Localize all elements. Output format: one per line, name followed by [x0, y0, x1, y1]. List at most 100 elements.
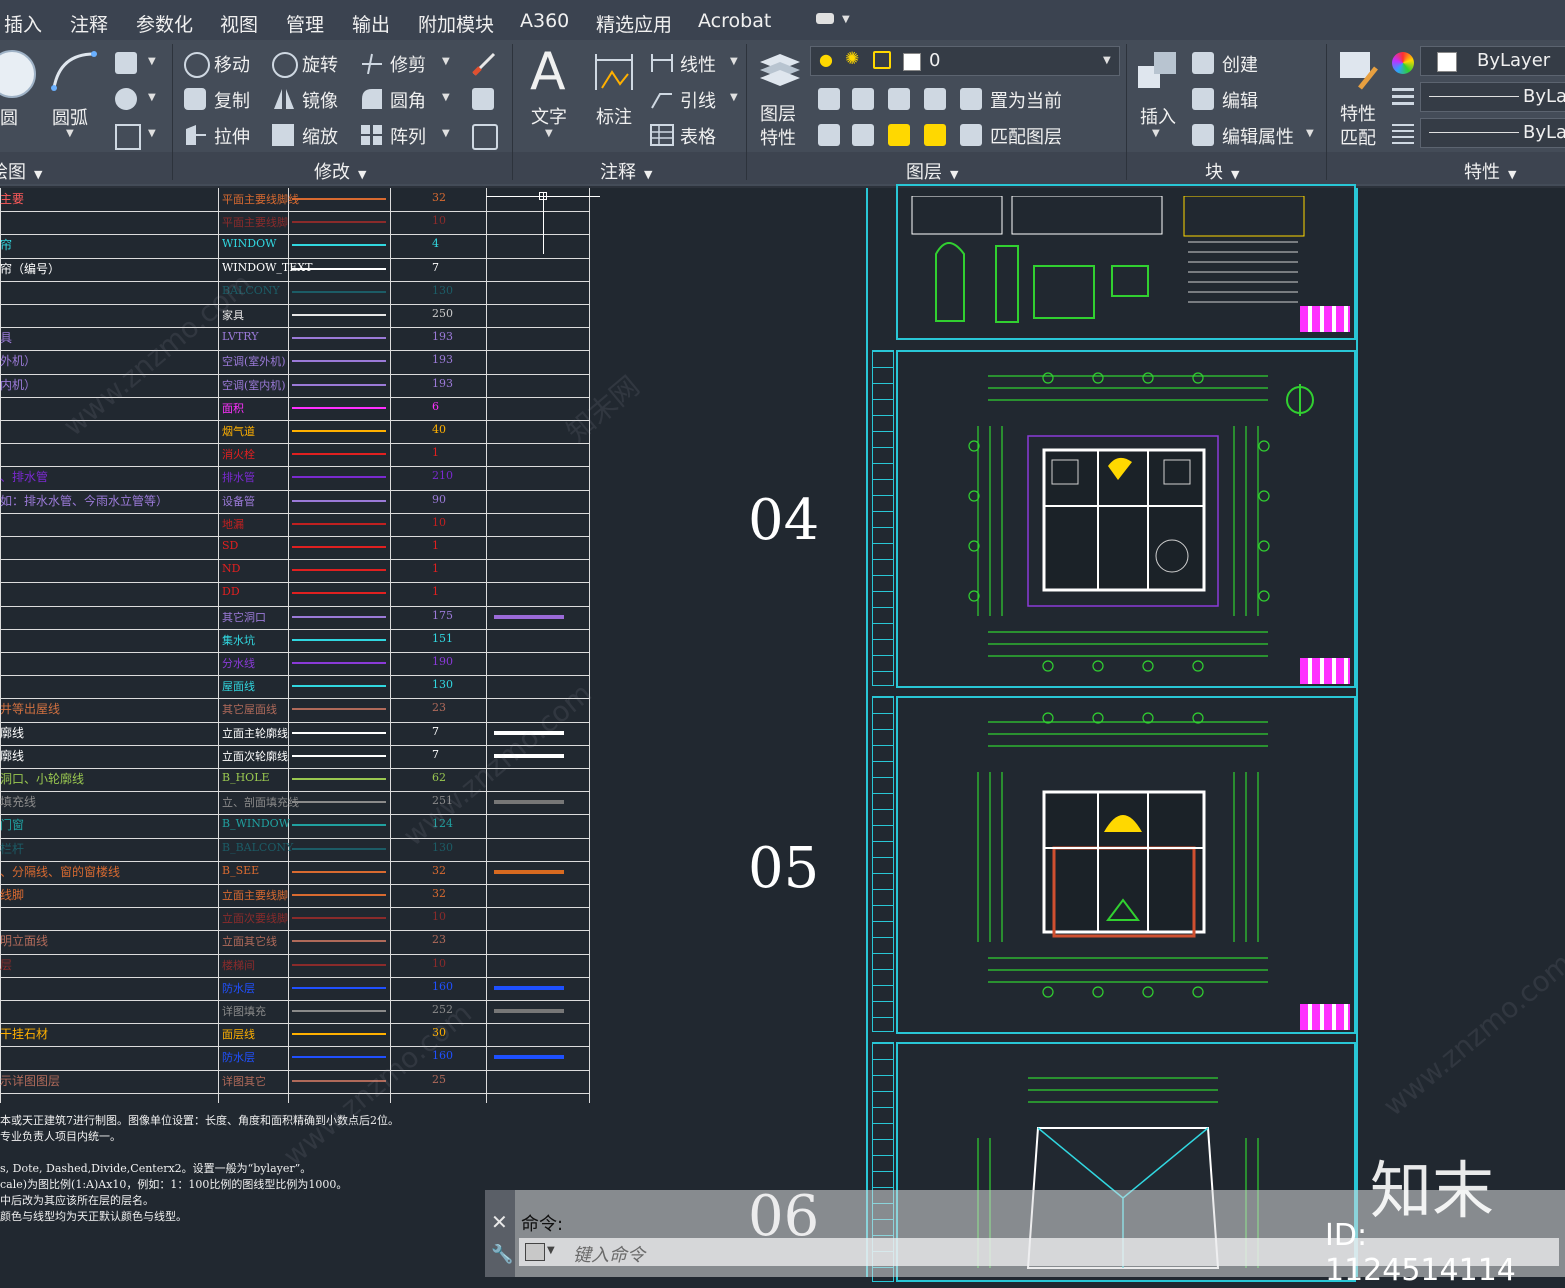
- annotation-dimension[interactable]: 标注: [596, 103, 632, 129]
- annotation-leader[interactable]: 引线: [680, 87, 716, 113]
- chevron-down-icon[interactable]: ▼: [545, 128, 553, 139]
- linetype-combo[interactable]: ByLay: [1420, 82, 1565, 112]
- circle-label[interactable]: 圆: [0, 104, 18, 130]
- layer-on-icon[interactable]: [818, 124, 840, 146]
- chevron-down-icon[interactable]: ▼: [442, 56, 450, 67]
- ribbon-toggle-icon[interactable]: [816, 13, 834, 24]
- layer-isolate-icon[interactable]: [852, 88, 874, 110]
- edit-attributes-icon[interactable]: [1192, 124, 1214, 146]
- layer-unlock-icon[interactable]: [924, 124, 946, 146]
- edit-block-icon[interactable]: [1192, 88, 1214, 110]
- lightbulb-icon[interactable]: ●: [819, 50, 833, 69]
- sheet-floor-plan-2[interactable]: [896, 696, 1356, 1034]
- chevron-down-icon[interactable]: ▼: [842, 14, 850, 25]
- block-edit[interactable]: 编辑: [1222, 87, 1258, 113]
- close-icon[interactable]: ✕: [491, 1210, 508, 1234]
- chevron-down-icon[interactable]: ▼: [442, 128, 450, 139]
- tab-addins[interactable]: 附加模块: [418, 10, 494, 37]
- layer-off-icon[interactable]: [818, 88, 840, 110]
- chevron-down-icon[interactable]: ▼: [1152, 128, 1160, 139]
- chevron-down-icon[interactable]: ▼: [1306, 128, 1314, 139]
- tab-annotate[interactable]: 注释: [70, 10, 108, 37]
- command-prompt-icon[interactable]: [525, 1243, 545, 1261]
- set-current-icon[interactable]: [960, 88, 982, 110]
- block-create[interactable]: 创建: [1222, 51, 1258, 77]
- linear-icon[interactable]: [650, 52, 674, 74]
- block-edit-attributes[interactable]: 编辑属性: [1222, 123, 1294, 149]
- panel-properties-title[interactable]: 特性 ▼: [1464, 158, 1516, 184]
- panel-block-title[interactable]: 块 ▼: [1205, 158, 1239, 184]
- sheet-floor-plan-1[interactable]: [896, 350, 1356, 688]
- layer-combo[interactable]: ● ✺ 0 ▼: [810, 46, 1120, 76]
- table-icon[interactable]: [650, 124, 674, 146]
- chevron-down-icon[interactable]: ▼: [547, 1245, 555, 1256]
- text-icon[interactable]: A: [530, 42, 566, 102]
- modify-scale[interactable]: 缩放: [302, 123, 338, 149]
- wrench-icon[interactable]: 🔧: [491, 1244, 513, 1265]
- match-layer-icon[interactable]: [960, 124, 982, 146]
- chevron-down-icon[interactable]: ▼: [148, 92, 156, 103]
- layer-match[interactable]: 匹配图层: [990, 123, 1062, 149]
- create-block-icon[interactable]: [1192, 52, 1214, 74]
- panel-annotation-title[interactable]: 注释 ▼: [600, 158, 652, 184]
- tab-insert[interactable]: 插入: [4, 10, 42, 37]
- erase-icon[interactable]: [470, 50, 498, 76]
- layer-lock-icon[interactable]: [924, 88, 946, 110]
- modify-move[interactable]: 移动: [214, 51, 250, 77]
- layer-properties-icon[interactable]: [758, 48, 802, 94]
- boundary-icon[interactable]: [115, 124, 141, 150]
- tab-parametric[interactable]: 参数化: [136, 10, 193, 37]
- mirror-icon[interactable]: [272, 87, 296, 111]
- leader-icon[interactable]: [650, 88, 674, 110]
- modify-trim[interactable]: 修剪: [390, 51, 426, 77]
- modify-copy[interactable]: 复制: [214, 87, 250, 113]
- layer-freeze-icon[interactable]: [888, 88, 910, 110]
- tab-manage[interactable]: 管理: [286, 10, 324, 37]
- panel-modify-title[interactable]: 修改 ▼: [314, 158, 366, 184]
- tab-output[interactable]: 输出: [352, 10, 390, 37]
- modify-rotate[interactable]: 旋转: [302, 51, 338, 77]
- fillet-icon[interactable]: [360, 87, 384, 111]
- offset-icon[interactable]: [472, 124, 498, 150]
- arc-label[interactable]: 圆弧: [52, 104, 88, 130]
- drawing-canvas[interactable]: 主要 平面主要线脚线 32 平面主要线脚 10 帘 WINDOW 4 帘（编号） WINDOW_T…: [0, 184, 1565, 1282]
- rotate-icon[interactable]: [272, 52, 298, 78]
- chevron-down-icon[interactable]: ▼: [730, 56, 738, 67]
- stretch-icon[interactable]: [184, 123, 208, 147]
- modify-fillet[interactable]: 圆角: [390, 87, 426, 113]
- dimension-icon[interactable]: [592, 50, 636, 94]
- sheet-door-window[interactable]: [896, 184, 1356, 340]
- annotation-text[interactable]: 文字: [531, 103, 567, 129]
- layer-set-current[interactable]: 置为当前: [990, 87, 1062, 113]
- tab-acrobat[interactable]: Acrobat: [698, 10, 771, 32]
- chevron-down-icon[interactable]: ▼: [730, 92, 738, 103]
- chevron-down-icon[interactable]: ▼: [1103, 55, 1111, 66]
- insert-block-icon[interactable]: [1134, 48, 1180, 94]
- circle-icon[interactable]: [0, 50, 36, 98]
- array-icon[interactable]: [360, 124, 384, 146]
- unlock-icon[interactable]: [873, 51, 891, 69]
- annotation-table[interactable]: 表格: [680, 123, 716, 149]
- panel-draw-title[interactable]: 绘图▼: [0, 158, 42, 184]
- layer-properties-label[interactable]: 图层 特性: [760, 103, 804, 151]
- explode-icon[interactable]: [472, 88, 494, 110]
- hatch-icon[interactable]: [115, 88, 137, 110]
- modify-stretch[interactable]: 拉伸: [214, 123, 250, 149]
- color-combo[interactable]: ByLayer: [1420, 46, 1565, 76]
- rectangle-icon[interactable]: [115, 52, 137, 74]
- layer-unisolate-icon[interactable]: [852, 124, 874, 146]
- sun-icon[interactable]: ✺: [845, 49, 859, 69]
- chevron-down-icon[interactable]: ▼: [148, 128, 156, 139]
- scale-icon[interactable]: [272, 124, 294, 146]
- trim-icon[interactable]: [360, 52, 384, 74]
- tab-view[interactable]: 视图: [220, 10, 258, 37]
- copy-icon[interactable]: [184, 88, 206, 110]
- chevron-down-icon[interactable]: ▼: [66, 128, 74, 139]
- match-properties-icon[interactable]: [1336, 48, 1382, 94]
- arc-icon[interactable]: [50, 48, 98, 92]
- layer-thaw-icon[interactable]: [888, 124, 910, 146]
- modify-mirror[interactable]: 镜像: [302, 87, 338, 113]
- block-insert[interactable]: 插入: [1140, 103, 1176, 129]
- tab-featured-apps[interactable]: 精选应用: [596, 10, 672, 37]
- annotation-linear[interactable]: 线性: [680, 51, 716, 77]
